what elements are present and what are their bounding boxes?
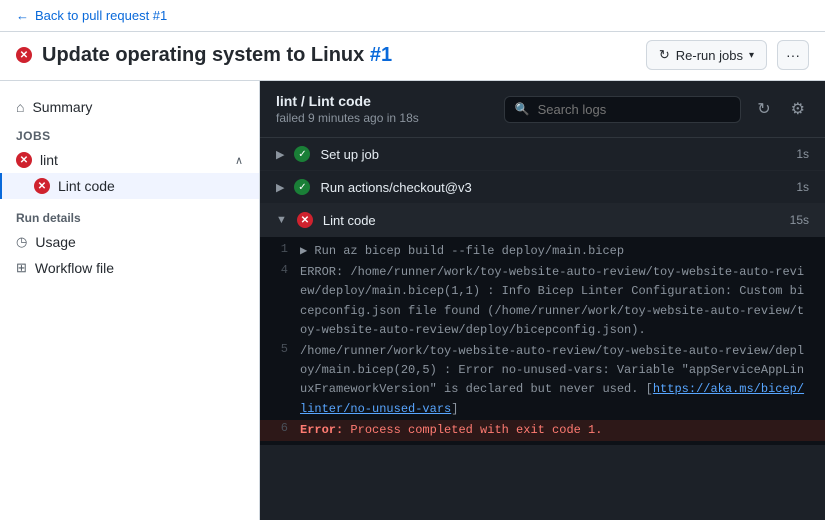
log-line-5: 5 /home/runner/work/toy-website-auto-rev… [260, 341, 825, 420]
sidebar: ⌂ Summary Jobs ✕ lint ∧ ✕ Lint code Run … [0, 81, 260, 520]
lint-code-error-icon: ✕ [34, 178, 50, 194]
lint-chevron-icon: ∧ [235, 154, 243, 167]
expanded-log-area: 1 ▶ Run az bicep build --file deploy/mai… [260, 237, 825, 445]
usage-label: Usage [35, 234, 75, 250]
log-steps: ▶ ✓ Set up job 1s ▶ ✓ Run actions/checko… [260, 138, 825, 520]
line-content-4: ERROR: /home/runner/work/toy-website-aut… [300, 263, 825, 340]
step-success-icon-2: ✓ [294, 179, 310, 195]
step-chevron-down-icon: ▼ [276, 214, 287, 226]
search-icon: 🔍 [515, 102, 530, 116]
line-content-6: Error: Process completed with exit code … [300, 421, 618, 440]
back-link[interactable]: ← Back to pull request #1 [16, 8, 167, 23]
summary-label: Summary [32, 99, 243, 115]
lint-link[interactable]: https://aka.ms/bicep/linter/no-unused-va… [300, 382, 804, 415]
lint-code-subitem[interactable]: ✕ Lint code [0, 173, 259, 199]
search-box[interactable]: 🔍 [504, 96, 742, 123]
step-time-checkout: 1s [796, 180, 809, 194]
step-chevron-right-icon: ▶ [276, 148, 284, 161]
step-row-checkout[interactable]: ▶ ✓ Run actions/checkout@v3 1s [260, 171, 825, 204]
lint-job-label: lint [40, 152, 58, 168]
step-name-lint: Lint code [323, 213, 780, 228]
log-subtitle: failed 9 minutes ago in 18s [276, 111, 492, 125]
line-number-6: 6 [260, 421, 300, 440]
workflow-icon: ⊞ [16, 260, 27, 276]
line-number-4: 4 [260, 263, 300, 340]
page-title: Update operating system to Linux #1 [42, 44, 636, 67]
rerun-jobs-button[interactable]: ↻ Re-run jobs ▾ [646, 40, 767, 70]
lint-job-item[interactable]: ✕ lint ∧ [0, 147, 259, 173]
refresh-button[interactable]: ↻ [753, 95, 774, 123]
jobs-heading: Jobs [0, 121, 259, 147]
clock-icon: ◷ [16, 234, 27, 250]
summary-item[interactable]: ⌂ Summary [0, 93, 259, 121]
back-link-text: Back to pull request #1 [35, 8, 167, 23]
line-content-1: ▶ Run az bicep build --file deploy/main.… [300, 242, 640, 261]
workflow-file-item[interactable]: ⊞ Workflow file [0, 255, 259, 281]
page-title-text: Update operating system to Linux [42, 44, 364, 66]
main-layout: ⌂ Summary Jobs ✕ lint ∧ ✕ Lint code Run … [0, 81, 825, 520]
lint-error-icon: ✕ [16, 152, 32, 168]
log-title: lint / Lint code [276, 93, 492, 109]
rerun-chevron-icon: ▾ [749, 50, 754, 61]
line-number-5: 5 [260, 342, 300, 419]
rerun-label: Re-run jobs [676, 48, 743, 63]
step-success-icon-1: ✓ [294, 146, 310, 162]
page-title-number: #1 [370, 44, 392, 66]
workflow-file-label: Workflow file [35, 260, 114, 276]
line-number-1: 1 [260, 242, 300, 261]
lint-code-label: Lint code [58, 178, 115, 194]
rerun-icon: ↻ [659, 47, 670, 63]
step-time-setup: 1s [796, 147, 809, 161]
error-status-icon: ✕ [16, 47, 32, 63]
step-name-setup: Set up job [320, 147, 786, 162]
log-line-4: 4 ERROR: /home/runner/work/toy-website-a… [260, 262, 825, 341]
title-row: ✕ Update operating system to Linux #1 ↻ … [0, 32, 825, 81]
dots-icon: ··· [786, 47, 800, 63]
more-options-button[interactable]: ··· [777, 40, 809, 70]
usage-item[interactable]: ◷ Usage [0, 229, 259, 255]
search-input[interactable] [538, 102, 731, 117]
log-line-1: 1 ▶ Run az bicep build --file deploy/mai… [260, 241, 825, 262]
home-icon: ⌂ [16, 99, 24, 115]
log-title-area: lint / Lint code failed 9 minutes ago in… [276, 93, 492, 125]
step-name-checkout: Run actions/checkout@v3 [320, 180, 786, 195]
log-panel: lint / Lint code failed 9 minutes ago in… [260, 81, 825, 520]
step-row-setup[interactable]: ▶ ✓ Set up job 1s [260, 138, 825, 171]
run-details-heading: Run details [0, 199, 259, 229]
step-time-lint: 15s [790, 213, 809, 227]
step-row-lint[interactable]: ▼ ✕ Lint code 15s [260, 204, 825, 237]
log-header: lint / Lint code failed 9 minutes ago in… [260, 81, 825, 138]
step-error-icon-lint: ✕ [297, 212, 313, 228]
line-content-5: /home/runner/work/toy-website-auto-revie… [300, 342, 825, 419]
step-chevron-right-icon-2: ▶ [276, 181, 284, 194]
log-line-6: 6 Error: Process completed with exit cod… [260, 420, 825, 441]
top-bar: ← Back to pull request #1 [0, 0, 825, 32]
back-arrow-icon: ← [16, 8, 29, 23]
app-container: ← Back to pull request #1 ✕ Update opera… [0, 0, 825, 520]
settings-button[interactable]: ⚙ [787, 95, 809, 123]
